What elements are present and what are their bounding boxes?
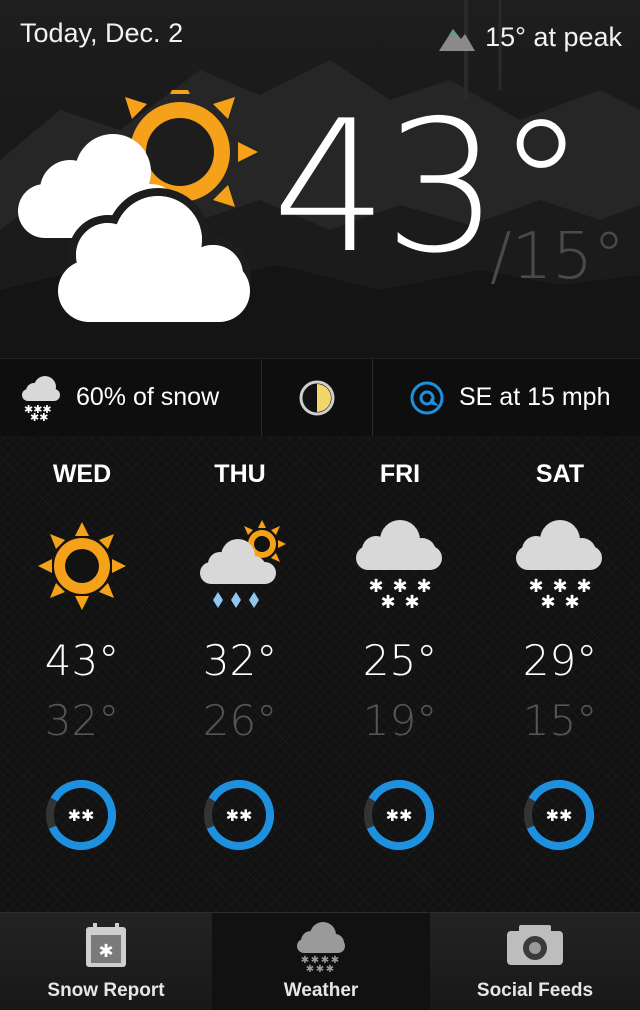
rain-sun-icon [200, 520, 286, 608]
svg-text:✱: ✱ [316, 964, 324, 973]
calendar-snow-icon: ✱ [86, 923, 126, 967]
svg-text:✱: ✱ [564, 592, 579, 613]
svg-text:✱✱: ✱✱ [30, 411, 48, 421]
partly-cloudy-icon [18, 90, 258, 322]
wind-direction-icon [410, 381, 444, 414]
svg-text:✱: ✱ [326, 964, 334, 973]
current-date: Today, Dec. 2 [20, 18, 184, 48]
day-low: 32° [44, 696, 120, 745]
forecast-day[interactable]: THU 32° 26° ✱✱ [160, 436, 320, 912]
wind-info: SE at 15 mph [373, 359, 640, 436]
snow-ring-icon: ✱✱ [364, 780, 434, 850]
day-high: 43° [44, 636, 120, 685]
sun-icon [38, 522, 126, 610]
forecast-day[interactable]: SAT ✱ ✱ ✱ ✱ ✱ 29° 15° ✱✱ [480, 436, 640, 912]
day-high: 32° [202, 636, 278, 685]
svg-text:✱✱: ✱✱ [68, 806, 95, 825]
peak-temperature-text: 15° at peak [485, 22, 622, 52]
snow-ring-icon: ✱✱ [524, 780, 594, 850]
current-low-temp: /15° [490, 220, 625, 294]
peak-temperature: 15° at peak [439, 22, 622, 53]
snow-cloud-icon: ✱✱✱✱✱ [22, 375, 60, 421]
half-moon-icon [299, 380, 335, 415]
tab-label: Weather [283, 980, 359, 1001]
tab-label: Snow Report [47, 980, 165, 1001]
day-high: 25° [362, 636, 438, 685]
moon-phase [262, 359, 373, 436]
svg-text:✱: ✱ [98, 941, 113, 962]
svg-text:✱✱: ✱✱ [546, 806, 573, 825]
weather-cloud-icon: ✱ ✱ ✱ ✱ ✱ ✱ ✱ [297, 922, 345, 973]
forecast-day[interactable]: FRI ✱ ✱ ✱ ✱ ✱ 25° 19° ✱✱ [320, 436, 480, 912]
day-name: SAT [535, 460, 585, 488]
day-name: THU [214, 460, 266, 488]
bottom-tab-bar: ✱ Snow Report ✱ ✱ ✱ ✱ ✱ ✱ ✱ Weather Social Fe… [0, 912, 640, 1010]
conditions-bar: ✱✱✱ ✱✱ 60% of snow SE at 15 mph [0, 358, 640, 437]
day-low: 26° [202, 696, 278, 745]
snow-icon: ✱ ✱ ✱ ✱ ✱ [356, 520, 442, 613]
day-low: 15° [522, 696, 598, 745]
snow-icon: ✱ ✱ ✱ ✱ ✱ [516, 520, 602, 613]
snow-ring-icon: ✱✱ [204, 780, 274, 850]
day-low: 19° [362, 696, 438, 745]
snow-chance: ✱✱✱ ✱✱ 60% of snow [0, 359, 262, 436]
tab-social-feeds[interactable]: Social Feeds [430, 913, 640, 1010]
mountain-icon [439, 28, 476, 51]
forecast-day[interactable]: WED 43° 32° ✱✱ [2, 436, 162, 912]
wind-text: SE at 15 mph [459, 383, 611, 411]
tab-weather[interactable]: ✱ ✱ ✱ ✱ ✱ ✱ ✱ Weather [212, 913, 430, 1010]
svg-text:✱: ✱ [540, 592, 555, 613]
day-high: 29° [522, 636, 598, 685]
snow-chance-text: 60% of snow [76, 383, 220, 411]
svg-text:✱: ✱ [380, 592, 395, 613]
forecast-panel: WED 43° 32° ✱✱ THU 32° 26° ✱✱ FRI ✱ ✱ ✱ … [0, 436, 640, 912]
day-name: FRI [379, 460, 421, 488]
tab-snow-report[interactable]: ✱ Snow Report [0, 913, 212, 1010]
day-name: WED [52, 460, 112, 488]
svg-text:✱✱: ✱✱ [226, 806, 253, 825]
current-conditions: Today, Dec. 2 15° at peak 43° /15° [0, 0, 640, 358]
tab-label: Social Feeds [476, 980, 594, 1001]
svg-text:✱: ✱ [306, 964, 314, 973]
svg-text:✱✱: ✱✱ [386, 806, 413, 825]
svg-text:✱: ✱ [404, 592, 419, 613]
snow-ring-icon: ✱✱ [46, 780, 116, 850]
camera-icon [507, 925, 563, 965]
